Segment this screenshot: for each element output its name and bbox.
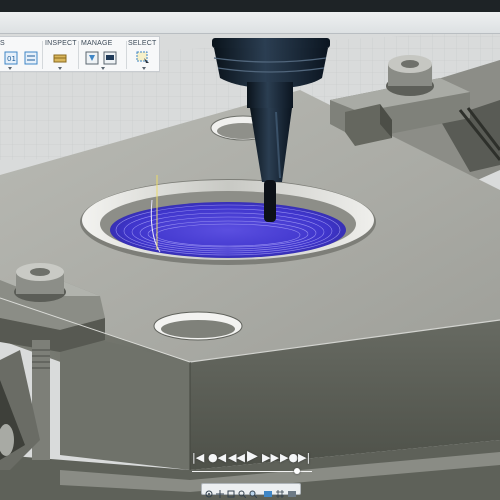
pan-icon[interactable]: [216, 485, 224, 498]
toolbar-separator: [78, 41, 79, 69]
toolbar-separator: [126, 41, 127, 69]
tool-library-icon[interactable]: [53, 51, 67, 65]
group-label-select: SELECT: [128, 40, 157, 47]
chevron-down-icon[interactable]: [142, 67, 146, 70]
group-label-manage: MANAGE: [81, 40, 113, 47]
display-settings-icon[interactable]: [264, 485, 272, 497]
zoom-fit-icon[interactable]: [249, 485, 258, 499]
nc-program-icon[interactable]: [103, 51, 117, 65]
group-label-inspect: INSPECT: [45, 40, 77, 47]
zoom-icon[interactable]: [238, 485, 247, 499]
post-process-icon[interactable]: [85, 51, 99, 65]
chevron-down-icon[interactable]: [101, 67, 105, 70]
ribbon-toolbar: S 01 INSPECT MANAGE SELECT: [0, 36, 160, 72]
fusion-cam-window: S 01 INSPECT MANAGE SELECT |◀ ●◀ ◀◀ ▶ ▶▶…: [0, 0, 500, 500]
sketch-dimension-icon[interactable]: 01: [4, 51, 18, 65]
toolbar-group-manage: MANAGE: [81, 39, 125, 71]
step-forward-button[interactable]: ▶▶: [262, 452, 279, 464]
grid-icon[interactable]: [276, 485, 284, 498]
os-top-strip: [0, 0, 500, 12]
look-at-icon[interactable]: [227, 485, 235, 498]
orbit-icon[interactable]: [205, 485, 213, 498]
toolbar-group-inspect: INSPECT: [45, 39, 77, 71]
previous-operation-button[interactable]: ●◀: [208, 452, 226, 464]
group-label-actions: S: [0, 40, 5, 47]
play-button[interactable]: ▶: [247, 449, 258, 463]
app-title-bar: [0, 12, 500, 34]
toolbar-separator: [42, 41, 43, 69]
chevron-down-icon[interactable]: [8, 67, 12, 70]
toolbar-group-actions: S 01: [0, 39, 42, 71]
skip-to-start-button[interactable]: |◀: [192, 452, 204, 464]
skip-to-end-button[interactable]: ▶|: [298, 452, 310, 464]
svg-text:01: 01: [7, 55, 16, 63]
measure-icon[interactable]: [24, 51, 38, 65]
timeline-playhead[interactable]: [294, 468, 300, 474]
toolpath-pocket: [110, 202, 346, 258]
step-back-button[interactable]: ◀◀: [228, 452, 245, 464]
toolbar-group-select: SELECT: [128, 39, 158, 71]
select-icon[interactable]: [136, 51, 150, 65]
chevron-down-icon[interactable]: [58, 67, 62, 70]
next-operation-button[interactable]: ▶●: [280, 452, 298, 464]
viewport-navigation-bar: [201, 483, 301, 499]
viewport-3d[interactable]: [0, 0, 500, 500]
viewport-settings-icon[interactable]: [288, 485, 296, 497]
